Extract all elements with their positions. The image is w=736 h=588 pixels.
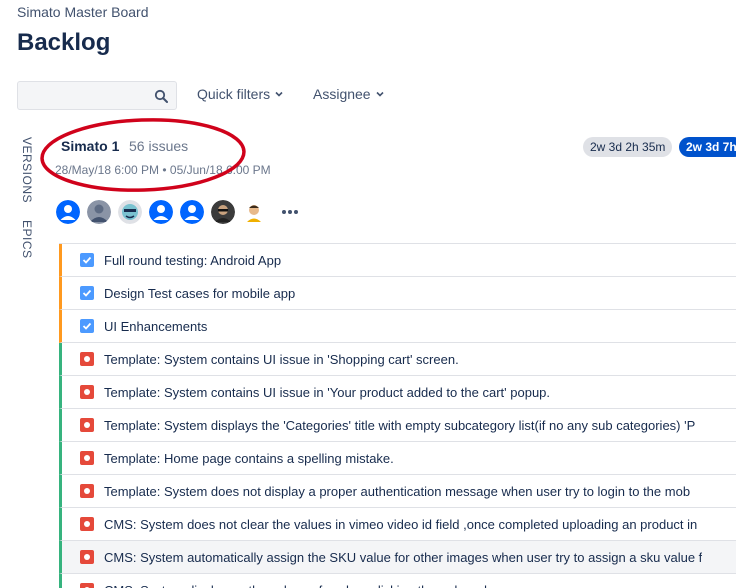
chevron-down-icon xyxy=(376,91,384,97)
page-title: Backlog xyxy=(17,29,111,56)
chevron-down-icon xyxy=(275,91,283,97)
issue-summary[interactable]: CMS: System automatically assign the SKU… xyxy=(104,550,702,565)
sprint-issue-count: 56 issues xyxy=(129,138,189,154)
issue-row[interactable]: CMS: System does not clear the values in… xyxy=(59,508,736,541)
issue-row[interactable]: CMS: System displays... the values of...… xyxy=(59,574,736,588)
issue-summary[interactable]: Template: System contains UI issue in 'S… xyxy=(104,352,459,367)
quick-filters-label: Quick filters xyxy=(197,86,271,102)
issue-row[interactable]: Design Test cases for mobile app xyxy=(59,277,736,310)
bug-icon xyxy=(80,550,94,564)
issue-summary[interactable]: Template: System contains UI issue in 'Y… xyxy=(104,385,550,400)
avatar[interactable] xyxy=(242,200,266,224)
assignee-avatars xyxy=(56,200,299,224)
issue-summary[interactable]: Template: Home page contains a spelling … xyxy=(104,451,394,466)
issue-summary[interactable]: Full round testing: Android App xyxy=(104,253,281,268)
avatar[interactable] xyxy=(211,200,235,224)
issue-row[interactable]: Template: System does not display a prop… xyxy=(59,475,736,508)
search-icon[interactable] xyxy=(154,89,168,103)
issue-summary[interactable]: Template: System does not display a prop… xyxy=(104,484,690,499)
bug-icon xyxy=(80,484,94,498)
search-box[interactable] xyxy=(17,81,177,110)
sprint-dates: 28/May/18 6:00 PM • 05/Jun/18 6:00 PM xyxy=(55,163,271,177)
annotation-circle xyxy=(40,118,246,192)
tab-versions[interactable]: VERSIONS xyxy=(20,137,34,203)
issue-row[interactable]: Template: System contains UI issue in 'S… xyxy=(59,343,736,376)
avatar[interactable] xyxy=(149,200,173,224)
issue-list: Full round testing: Android App Design Te… xyxy=(59,243,736,588)
search-input[interactable] xyxy=(18,82,148,109)
issue-row[interactable]: UI Enhancements xyxy=(59,310,736,343)
assignee-button[interactable]: Assignee xyxy=(313,86,385,102)
bug-icon xyxy=(80,418,94,432)
estimate-badge: 2w 3d 7h xyxy=(679,137,736,157)
tab-epics[interactable]: EPICS xyxy=(20,220,34,259)
avatar[interactable] xyxy=(180,200,204,224)
sprint-name[interactable]: Simato 1 xyxy=(61,138,119,154)
more-options-icon[interactable] xyxy=(281,209,299,215)
issue-row[interactable]: Template: System displays the 'Categorie… xyxy=(59,409,736,442)
breadcrumb[interactable]: Simato Master Board xyxy=(17,4,149,20)
bug-icon xyxy=(80,451,94,465)
bug-icon xyxy=(80,385,94,399)
task-checkbox-icon xyxy=(80,319,94,333)
remaining-time-badge: 2w 3d 2h 35m xyxy=(583,137,673,157)
avatar[interactable] xyxy=(118,200,142,224)
issue-row[interactable]: CMS: System automatically assign the SKU… xyxy=(59,541,736,574)
issue-row[interactable]: Full round testing: Android App xyxy=(59,244,736,277)
bug-icon xyxy=(80,517,94,531)
bug-icon xyxy=(80,352,94,366)
issue-summary[interactable]: CMS: System displays... the values of...… xyxy=(104,583,522,588)
issue-row[interactable]: Template: Home page contains a spelling … xyxy=(59,442,736,475)
avatar[interactable] xyxy=(87,200,111,224)
issue-summary[interactable]: Template: System displays the 'Categorie… xyxy=(104,418,695,433)
task-checkbox-icon xyxy=(80,286,94,300)
issue-summary[interactable]: UI Enhancements xyxy=(104,319,207,334)
issue-summary[interactable]: CMS: System does not clear the values in… xyxy=(104,517,697,532)
quick-filters-button[interactable]: Quick filters xyxy=(197,86,284,102)
issue-row[interactable]: Template: System contains UI issue in 'Y… xyxy=(59,376,736,409)
assignee-label: Assignee xyxy=(313,86,371,102)
avatar[interactable] xyxy=(56,200,80,224)
bug-icon xyxy=(80,583,94,588)
issue-summary[interactable]: Design Test cases for mobile app xyxy=(104,286,295,301)
task-checkbox-icon xyxy=(80,253,94,267)
